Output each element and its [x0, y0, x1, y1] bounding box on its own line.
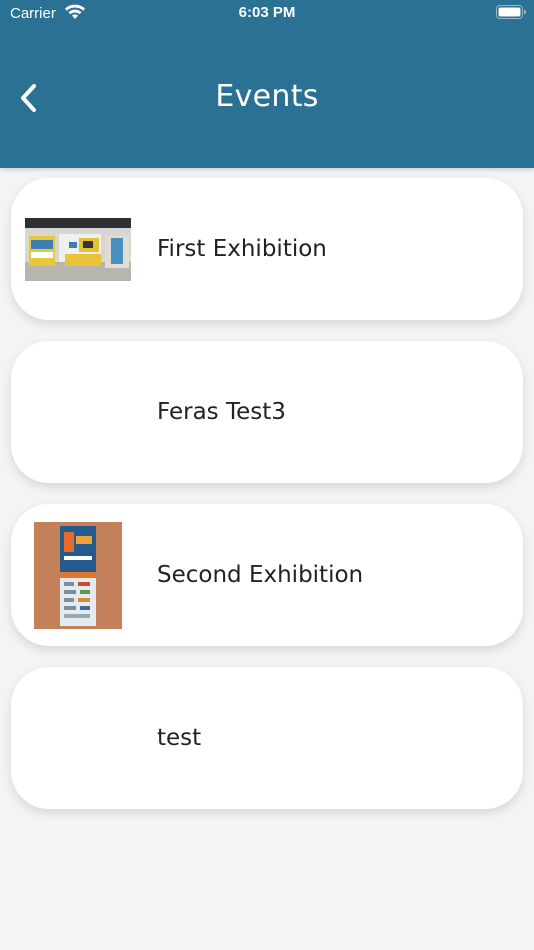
- event-card-first-exhibition[interactable]: First Exhibition: [11, 178, 523, 320]
- battery-icon: [496, 5, 526, 19]
- event-card-second-exhibition[interactable]: Second Exhibition: [11, 504, 523, 646]
- event-name: First Exhibition: [157, 236, 327, 262]
- event-name: Second Exhibition: [157, 562, 364, 588]
- event-name: Feras Test3: [157, 399, 286, 425]
- event-thumbnail: [25, 218, 131, 281]
- nav-header: Carrier 6:03 PM Events: [0, 0, 534, 168]
- status-time: 6:03 PM: [238, 4, 296, 21]
- page-title: Events: [215, 79, 319, 114]
- event-thumbnail: [34, 522, 122, 629]
- event-card-feras-test3[interactable]: Feras Test3: [11, 341, 523, 483]
- event-card-test[interactable]: test: [11, 667, 523, 809]
- status-bar: Carrier 6:03 PM: [0, 0, 534, 28]
- event-name: test: [157, 725, 202, 751]
- events-list: First Exhibition Feras Test3 Second Exhi…: [11, 178, 523, 830]
